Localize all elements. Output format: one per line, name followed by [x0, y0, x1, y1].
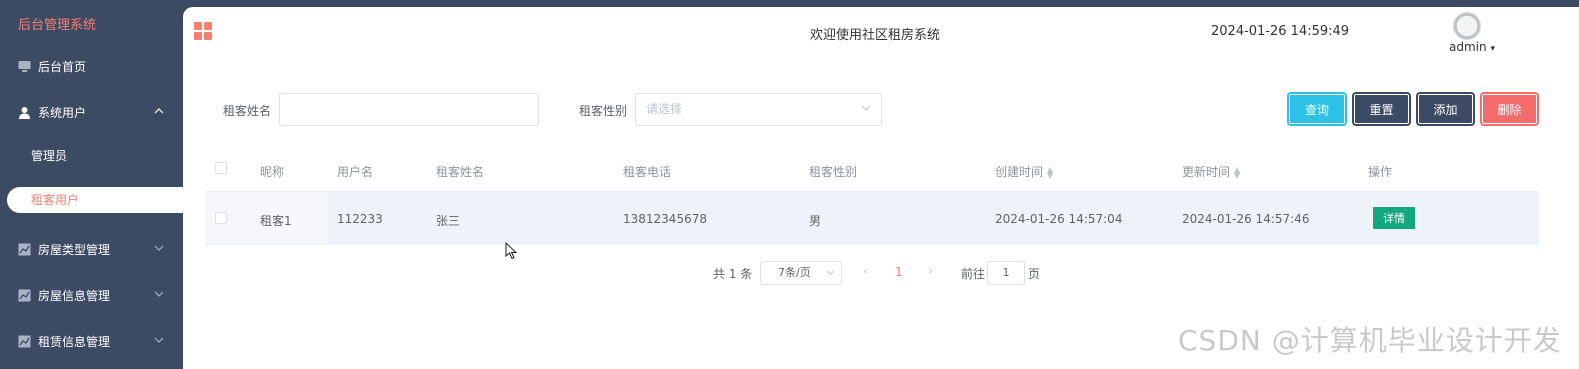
chevron-up-icon — [154, 107, 164, 118]
grid-menu-icon[interactable] — [194, 22, 212, 40]
chart-icon — [18, 243, 31, 256]
chevron-down-icon — [154, 290, 164, 301]
delete-button[interactable]: 删除 — [1482, 94, 1537, 124]
chart-icon — [18, 335, 31, 348]
page-title: 欢迎使用社区租房系统 — [810, 28, 941, 43]
avatar[interactable] — [1453, 12, 1481, 40]
chevron-down-icon — [154, 336, 164, 347]
chevron-down-icon — [826, 262, 835, 284]
user-menu[interactable]: admin ▾ — [1449, 40, 1495, 54]
datetime: 2024-01-26 14:59:49 — [1211, 24, 1350, 39]
tenant-table: 昵称 用户名 租客姓名 租客电话 租客性别 创建时间 ▲ ▼ 更新时间 ▲ ▼ 操作 租… — [205, 149, 1539, 245]
monitor-icon — [18, 60, 31, 73]
row-checkbox[interactable] — [215, 212, 227, 224]
chevron-down-icon — [154, 244, 164, 255]
select-placeholder: 请选择 — [646, 102, 683, 116]
page-size-value: 7条/页 — [778, 266, 811, 279]
table-header: 昵称 用户名 租客姓名 租客电话 租客性别 创建时间 ▲ ▼ 更新时间 ▲ ▼ 操作 — [205, 149, 1539, 192]
reset-button[interactable]: 重置 — [1354, 94, 1409, 124]
watermark: CSDN @计算机毕业设计开发 — [1178, 324, 1562, 357]
cell-gender: 男 — [809, 214, 822, 228]
tenant-gender-select[interactable]: 请选择 — [635, 93, 882, 126]
sidebar-item-label: 房屋信息管理 — [38, 288, 111, 303]
goto-page-input[interactable]: 1 — [987, 261, 1025, 285]
page-unit-label: 页 — [1028, 267, 1041, 281]
column-header-label: 创建时间 — [995, 165, 1044, 179]
sidebar: 后台管理系统 后台首页 系统用户 管理员 租客用户 房屋类型管理 房屋信息管理 — [0, 0, 183, 369]
column-header: 操作 — [1368, 165, 1393, 179]
goto-label: 前往 — [961, 267, 986, 281]
column-header: 租客性别 — [809, 165, 858, 179]
chart-icon — [18, 289, 31, 302]
chevron-down-icon — [861, 94, 871, 125]
mouse-cursor-icon — [505, 242, 518, 260]
tenant-gender-label: 租客性别 — [579, 104, 628, 118]
cell-created: 2024-01-26 14:57:04 — [995, 212, 1123, 226]
sidebar-item-system-users[interactable]: 系统用户 — [18, 102, 178, 122]
row-highlight — [328, 192, 1539, 244]
prev-page-icon[interactable]: ‹ — [863, 264, 868, 278]
sort-icon[interactable]: ▲ ▼ — [1047, 165, 1053, 179]
select-all-checkbox[interactable] — [215, 162, 227, 174]
detail-button[interactable]: 详情 — [1372, 206, 1416, 230]
cell-name: 张三 — [436, 214, 461, 228]
sidebar-item-house-type[interactable]: 房屋类型管理 — [18, 239, 178, 259]
next-page-icon[interactable]: › — [928, 264, 933, 278]
sidebar-item-label: 房屋类型管理 — [38, 242, 111, 257]
column-header: 租客电话 — [623, 165, 672, 179]
add-button[interactable]: 添加 — [1418, 94, 1473, 124]
tenant-name-label: 租客姓名 — [223, 104, 272, 118]
pagination-total: 共 1 条 — [713, 267, 753, 281]
sidebar-item-label: 系统用户 — [38, 105, 87, 120]
query-button[interactable]: 查询 — [1289, 94, 1345, 124]
user-icon — [18, 106, 31, 119]
sidebar-item-admin[interactable]: 管理员 — [31, 147, 67, 164]
username: admin — [1449, 40, 1487, 54]
column-header: 用户名 — [337, 165, 374, 179]
sidebar-item-lease-info[interactable]: 租赁信息管理 — [18, 331, 178, 351]
column-header-updated[interactable]: 更新时间 ▲ ▼ — [1182, 163, 1240, 180]
cell-username: 112233 — [337, 212, 383, 226]
column-header-created[interactable]: 创建时间 ▲ ▼ — [995, 163, 1053, 180]
cell-updated: 2024-01-26 14:57:46 — [1182, 212, 1310, 226]
column-header: 昵称 — [260, 165, 285, 179]
main-panel: 欢迎使用社区租房系统 2024-01-26 14:59:49 admin ▾ 租… — [183, 7, 1579, 369]
tenant-name-input[interactable] — [279, 93, 539, 126]
sidebar-item-label: 租赁信息管理 — [38, 334, 111, 349]
sort-icon[interactable]: ▲ ▼ — [1234, 165, 1240, 179]
column-header: 租客姓名 — [436, 165, 485, 179]
sidebar-item-house-info[interactable]: 房屋信息管理 — [18, 285, 178, 305]
sidebar-item-home[interactable]: 后台首页 — [18, 56, 178, 76]
cell-phone: 13812345678 — [623, 212, 707, 226]
page-number-current[interactable]: 1 — [895, 265, 903, 279]
column-header-label: 更新时间 — [1182, 165, 1231, 179]
table-row: 租客1 112233 张三 13812345678 男 2024-01-26 1… — [205, 192, 1539, 245]
sidebar-item-tenant-users[interactable]: 租客用户 — [7, 187, 183, 213]
chevron-down-icon: ▾ — [1490, 44, 1495, 54]
page-size-select[interactable]: 7条/页 — [760, 261, 842, 285]
brand-title: 后台管理系统 — [18, 18, 97, 33]
cell-nickname: 租客1 — [260, 214, 292, 228]
sidebar-item-label: 后台首页 — [38, 59, 87, 74]
